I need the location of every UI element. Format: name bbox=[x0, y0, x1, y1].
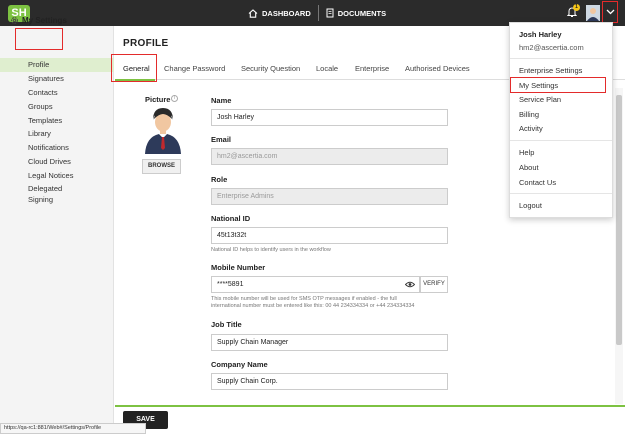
highlight-box bbox=[15, 28, 63, 50]
dropdown-user-email: hm2@ascertia.com bbox=[519, 43, 584, 52]
menu-item-about[interactable]: About bbox=[519, 163, 539, 172]
sidebar-item-profile[interactable]: Profile bbox=[0, 58, 114, 72]
user-menu-toggle[interactable] bbox=[602, 1, 618, 23]
dashboard-label: DASHBOARD bbox=[262, 8, 311, 18]
menu-item-logout[interactable]: Logout bbox=[519, 201, 542, 210]
national-id-field[interactable]: 45t13t32t bbox=[211, 227, 448, 244]
document-icon bbox=[326, 8, 334, 18]
menu-item-enterprise-settings[interactable]: Enterprise Settings bbox=[519, 66, 582, 75]
name-field[interactable]: Josh Harley bbox=[211, 109, 448, 126]
page-title: PROFILE bbox=[123, 38, 169, 49]
email-field: hm2@ascertia.com bbox=[211, 148, 448, 165]
email-label: Email bbox=[211, 135, 232, 144]
role-label: Role bbox=[211, 175, 228, 184]
home-icon bbox=[248, 8, 258, 18]
browse-button[interactable]: BROWSE bbox=[142, 159, 181, 174]
role-field: Enterprise Admins bbox=[211, 188, 448, 205]
name-label: Name bbox=[211, 96, 232, 105]
sidebar-item-groups[interactable]: Groups bbox=[28, 102, 53, 111]
chevron-down-icon bbox=[606, 9, 614, 15]
dropdown-user-name: Josh Harley bbox=[519, 30, 562, 39]
dashboard-link[interactable]: DASHBOARD bbox=[241, 0, 318, 26]
job-title-field[interactable]: Supply Chain Manager bbox=[211, 334, 448, 351]
highlight-box bbox=[510, 77, 606, 93]
national-id-hint: National ID helps to identify users in t… bbox=[211, 247, 331, 253]
sidebar-item-delegated[interactable]: Delegated bbox=[28, 184, 62, 193]
highlight-box bbox=[111, 54, 157, 82]
mobile-hint-line-1: This mobile number will be used for SMS … bbox=[211, 296, 397, 302]
tab-authorised-devices[interactable]: Authorised Devices bbox=[405, 64, 470, 73]
sidebar-header: My Settings bbox=[10, 16, 67, 25]
verify-button[interactable]: VERIFY bbox=[420, 276, 448, 293]
footer-bar bbox=[115, 405, 625, 434]
profile-picture bbox=[145, 108, 181, 154]
sidebar-item-contacts[interactable]: Contacts bbox=[28, 88, 58, 97]
status-bar-url: https://qa-rc1:881/Web#/Settings/Profile bbox=[0, 423, 146, 434]
tab-security-question[interactable]: Security Question bbox=[241, 64, 300, 73]
mobile-label: Mobile Number bbox=[211, 263, 266, 272]
tab-enterprise[interactable]: Enterprise bbox=[355, 64, 389, 73]
eye-icon[interactable] bbox=[405, 281, 415, 288]
dropdown-divider bbox=[510, 58, 612, 59]
dropdown-divider bbox=[510, 193, 612, 194]
menu-item-contact-us[interactable]: Contact Us bbox=[519, 178, 556, 187]
picture-label: Picture bbox=[145, 95, 171, 104]
sidebar-header-label: My Settings bbox=[22, 16, 67, 25]
job-title-label: Job Title bbox=[211, 320, 242, 329]
sidebar-item-library[interactable]: Library bbox=[28, 129, 51, 138]
menu-item-service-plan[interactable]: Service Plan bbox=[519, 95, 561, 104]
sidebar-item-cloud-drives[interactable]: Cloud Drives bbox=[28, 157, 71, 166]
company-name-label: Company Name bbox=[211, 360, 268, 369]
sidebar-item-signatures[interactable]: Signatures bbox=[28, 74, 64, 83]
gear-icon bbox=[11, 17, 18, 24]
tab-locale[interactable]: Locale bbox=[316, 64, 338, 73]
top-nav: DASHBOARD DOCUMENTS bbox=[241, 0, 393, 26]
sidebar-item-legal-notices[interactable]: Legal Notices bbox=[28, 171, 73, 180]
sidebar-item-templates[interactable]: Templates bbox=[28, 116, 62, 125]
company-name-field[interactable]: Supply Chain Corp. bbox=[211, 373, 448, 390]
menu-item-help[interactable]: Help bbox=[519, 148, 534, 157]
sidebar-item-signing[interactable]: Signing bbox=[28, 195, 53, 204]
notification-badge: 1 bbox=[573, 4, 580, 11]
mobile-hint-line-2: international number must be entered lik… bbox=[211, 303, 415, 309]
documents-link[interactable]: DOCUMENTS bbox=[319, 0, 393, 26]
documents-label: DOCUMENTS bbox=[337, 8, 387, 18]
scrollbar-thumb[interactable] bbox=[616, 95, 622, 345]
dropdown-divider bbox=[510, 140, 612, 141]
info-icon[interactable]: i bbox=[171, 95, 178, 102]
user-avatar-icon[interactable] bbox=[586, 5, 600, 21]
menu-item-billing[interactable]: Billing bbox=[519, 110, 539, 119]
menu-item-activity[interactable]: Activity bbox=[519, 124, 543, 133]
tab-change-password[interactable]: Change Password bbox=[164, 64, 225, 73]
sidebar-item-notifications[interactable]: Notifications bbox=[28, 143, 69, 152]
mobile-field[interactable]: ****5891 bbox=[211, 276, 420, 293]
national-id-label: National ID bbox=[211, 214, 251, 223]
